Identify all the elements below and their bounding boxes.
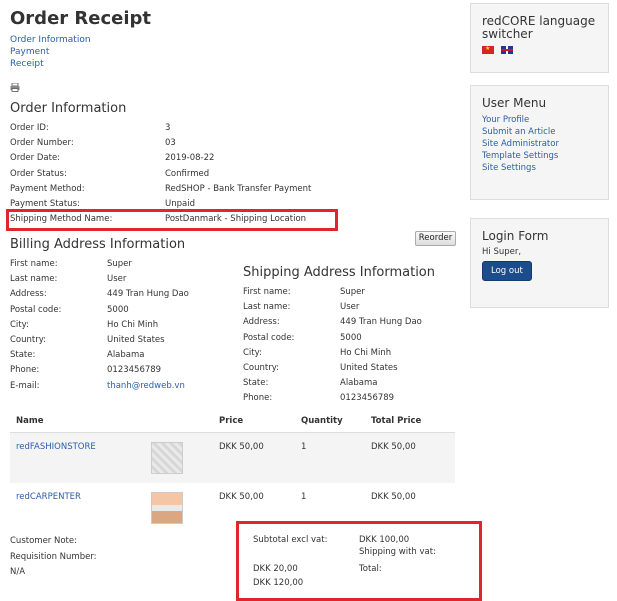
product-link[interactable]: redCARPENTER: [16, 492, 139, 502]
toc-payment[interactable]: Payment: [10, 46, 91, 58]
billing-email-link[interactable]: thanh@redweb.vn: [107, 379, 185, 394]
subtotal-label: Subtotal excl vat:: [253, 535, 328, 545]
order-notes: Customer Note: Requisition Number: N/A: [10, 534, 97, 581]
menu-site-administrator[interactable]: Site Administrator: [482, 138, 597, 150]
page-title: Order Receipt: [10, 8, 152, 29]
requisition-label: Requisition Number:: [10, 551, 97, 562]
billing-heading: Billing Address Information: [10, 237, 186, 252]
order-items-table: Name Price Quantity Total Price redFASHI…: [10, 410, 455, 533]
order-date-row: Order Date: 2019-08-22: [10, 153, 215, 164]
menu-template-settings[interactable]: Template Settings: [482, 150, 597, 162]
order-info-heading: Order Information: [10, 101, 127, 116]
shipping-value: DKK 20,00: [253, 564, 298, 574]
reorder-button[interactable]: Reorder: [415, 231, 456, 246]
shipping-heading: Shipping Address Information: [243, 265, 435, 280]
login-form-title: Login Form: [482, 229, 549, 243]
printer-icon[interactable]: [10, 83, 20, 92]
order-number-row: Order Number: 03: [10, 138, 176, 149]
total-value: DKK 120,00: [253, 578, 304, 588]
shipping-method-highlight: [6, 209, 338, 231]
product-thumbnail[interactable]: [151, 491, 183, 524]
greeting-text: Hi Super,: [482, 247, 522, 257]
table-of-contents: Order Information Payment Receipt: [10, 34, 91, 70]
user-menu-title: User Menu: [482, 96, 547, 110]
table-row: redFASHIONSTORE DKK 50,00 1 DKK 50,00: [10, 432, 455, 483]
subtotal-value: DKK 100,00: [359, 535, 410, 545]
toc-order-information[interactable]: Order Information: [10, 34, 91, 46]
language-switcher-title: redCORE language switcher: [482, 14, 596, 41]
menu-site-settings[interactable]: Site Settings: [482, 162, 597, 174]
billing-address: First name: Super Last name: User Address:…: [10, 257, 189, 394]
login-form-module: Login Form Hi Super, Log out: [470, 218, 609, 308]
shipping-address: First name: Super Last name: User Address:…: [243, 287, 422, 404]
shipping-label: Shipping with vat:: [359, 547, 436, 557]
logout-button[interactable]: Log out: [482, 261, 532, 281]
totals-highlight: [236, 521, 482, 601]
toc-receipt[interactable]: Receipt: [10, 58, 91, 70]
order-status-row: Order Status: Confirmed: [10, 168, 210, 179]
product-link[interactable]: redFASHIONSTORE: [16, 442, 139, 452]
requisition-value: N/A: [10, 567, 26, 577]
vietnam-flag-icon[interactable]: [482, 45, 494, 54]
uk-flag-icon[interactable]: [501, 45, 513, 54]
order-id-row: Order ID: 3: [10, 123, 171, 133]
customer-note-label: Customer Note:: [10, 536, 77, 546]
user-menu-module: User Menu Your Profile Submit an Article…: [470, 85, 609, 200]
payment-method-row: Payment Method: RedSHOP - Bank Transfer P…: [10, 183, 312, 194]
menu-your-profile[interactable]: Your Profile: [482, 114, 597, 126]
language-switcher-module: redCORE language switcher: [470, 3, 609, 73]
total-label: Total:: [359, 564, 382, 574]
table-header-row: Name Price Quantity Total Price: [10, 410, 455, 433]
product-thumbnail[interactable]: [151, 441, 183, 474]
menu-submit-article[interactable]: Submit an Article: [482, 126, 597, 138]
